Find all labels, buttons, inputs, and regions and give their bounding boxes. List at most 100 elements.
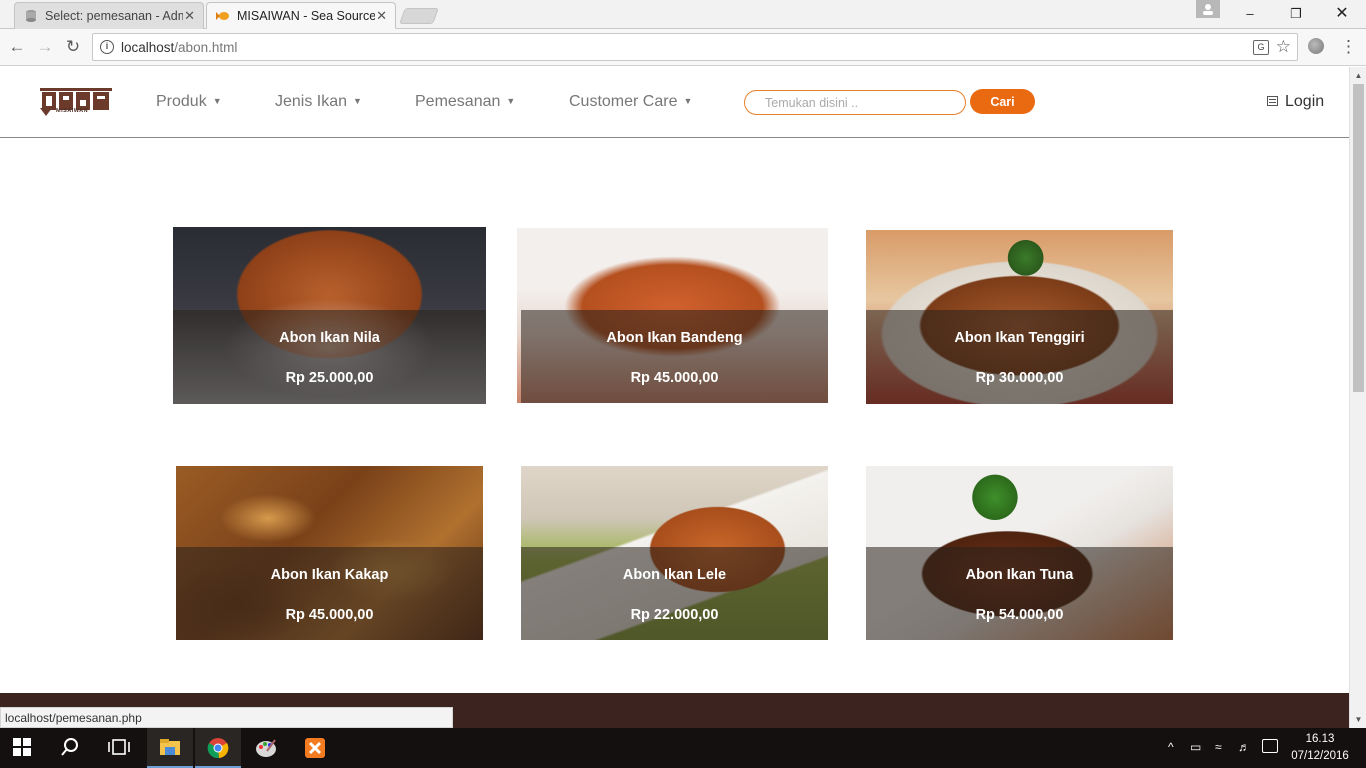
reload-icon[interactable]: ↻	[62, 36, 84, 58]
page-viewport: MISAIWAN Produk ▼ Jenis Ikan ▼ Pemesanan ▼ …	[0, 67, 1349, 728]
product-price: Rp 30.000,00	[975, 370, 1064, 386]
scroll-up-arrow-icon[interactable]: ▲	[1350, 67, 1366, 84]
maximize-button[interactable]: ❐	[1273, 0, 1319, 29]
tab-admin[interactable]: Select: pemesanan - Adm ✕	[14, 2, 204, 29]
site-header: MISAIWAN Produk ▼ Jenis Ikan ▼ Pemesanan ▼ …	[0, 67, 1349, 138]
paint-button[interactable]	[243, 728, 289, 768]
new-tab-button[interactable]	[399, 8, 439, 24]
product-price: Rp 22.000,00	[630, 607, 719, 623]
nav-produk[interactable]: Produk ▼	[156, 93, 222, 111]
chrome-button[interactable]	[195, 728, 241, 768]
product-name: Abon Ikan Tenggiri	[954, 330, 1085, 346]
task-view-button[interactable]	[96, 728, 142, 768]
menu-icon[interactable]: ⋮	[1340, 36, 1357, 58]
translate-icon[interactable]: G	[1253, 40, 1269, 55]
tray-overflow-icon[interactable]: ^	[1168, 740, 1174, 754]
windows-taskbar: ^ ▭ ≈ ♬ 16.13 07/12/2016	[0, 728, 1366, 768]
login-label: Login	[1285, 93, 1325, 110]
task-view-icon	[108, 739, 130, 755]
product-card[interactable]: Abon Ikan Bandeng Rp 45.000,00	[517, 228, 828, 403]
windows-icon	[13, 738, 31, 756]
wifi-icon[interactable]: ≈	[1215, 740, 1222, 754]
fish-icon	[216, 12, 229, 20]
site-logo[interactable]: MISAIWAN	[40, 86, 112, 116]
file-explorer-button[interactable]	[147, 728, 193, 768]
product-caption: Abon Ikan Tenggiri Rp 30.000,00	[866, 310, 1173, 404]
url-host: localhost	[121, 40, 175, 55]
url-text[interactable]: localhost/abon.html	[121, 40, 237, 55]
paint-palette-icon	[256, 739, 276, 757]
clock-date: 07/12/2016	[1291, 750, 1349, 762]
nav-label: Jenis Ikan	[275, 93, 348, 110]
back-arrow-icon[interactable]: ←	[6, 36, 28, 58]
nav-pemesanan[interactable]: Pemesanan ▼	[415, 93, 515, 111]
product-name: Abon Ikan Lele	[622, 567, 727, 583]
tab-misaiwan[interactable]: MISAIWAN - Sea Source ✕	[206, 2, 396, 29]
tab-title: MISAIWAN - Sea Source	[237, 9, 375, 23]
product-caption: Abon Ikan Nila Rp 25.000,00	[173, 310, 486, 404]
page-scrollbar[interactable]: ▲ ▼	[1349, 67, 1366, 728]
caret-down-icon: ▼	[683, 96, 693, 106]
product-name: Abon Ikan Tuna	[965, 567, 1074, 583]
folder-icon	[160, 739, 180, 755]
nav-jenis-ikan[interactable]: Jenis Ikan ▼	[275, 93, 362, 111]
browser-tabstrip: Select: pemesanan - Adm ✕ MISAIWAN - Sea…	[0, 0, 1366, 29]
profile-button[interactable]	[1196, 0, 1220, 18]
status-bar-url: localhost/pemesanan.php	[0, 707, 453, 728]
notification-icon[interactable]	[1262, 739, 1278, 753]
caret-down-icon: ▼	[212, 96, 222, 106]
product-name: Abon Ikan Bandeng	[606, 330, 743, 346]
tab-title: Select: pemesanan - Adm	[45, 9, 183, 23]
extension-icon[interactable]	[1308, 38, 1324, 54]
nav-label: Pemesanan	[415, 93, 501, 110]
taskbar-search-button[interactable]	[48, 728, 94, 768]
taskbar-clock[interactable]: 16.13 07/12/2016	[1286, 731, 1354, 765]
battery-icon[interactable]: ▭	[1190, 740, 1201, 754]
xampp-button[interactable]	[292, 728, 338, 768]
chrome-icon	[207, 738, 229, 759]
search-icon	[61, 738, 78, 756]
product-card[interactable]: Abon Ikan Kakap Rp 45.000,00	[176, 466, 483, 640]
start-button[interactable]	[0, 728, 46, 768]
xampp-icon	[305, 738, 325, 758]
close-icon[interactable]: ✕	[184, 3, 195, 29]
close-icon[interactable]: ✕	[376, 3, 387, 28]
product-caption: Abon Ikan Kakap Rp 45.000,00	[176, 547, 483, 640]
star-icon[interactable]: ☆	[1276, 37, 1291, 57]
product-card[interactable]: Abon Ikan Tuna Rp 54.000,00	[866, 466, 1173, 640]
nav-label: Produk	[156, 93, 207, 110]
logo-text: MISAIWAN	[56, 108, 89, 114]
clock-time: 16.13	[1305, 733, 1335, 745]
product-price: Rp 45.000,00	[630, 370, 719, 386]
login-link[interactable]: Login	[1267, 93, 1324, 111]
scroll-thumb[interactable]	[1353, 84, 1364, 392]
volume-icon[interactable]: ♬	[1238, 740, 1250, 754]
product-price: Rp 25.000,00	[285, 370, 374, 386]
product-caption: Abon Ikan Lele Rp 22.000,00	[521, 547, 828, 640]
scroll-down-arrow-icon[interactable]: ▼	[1350, 711, 1366, 728]
search-button[interactable]: Cari	[970, 89, 1035, 114]
product-name: Abon Ikan Nila	[279, 330, 380, 346]
product-caption: Abon Ikan Bandeng Rp 45.000,00	[521, 310, 828, 403]
product-price: Rp 45.000,00	[285, 607, 374, 623]
nav-label: Customer Care	[569, 93, 678, 110]
forward-arrow-icon[interactable]: →	[34, 36, 56, 58]
database-icon	[26, 10, 36, 22]
search-input[interactable]	[744, 90, 966, 115]
caret-down-icon: ▼	[506, 96, 516, 106]
info-icon[interactable]: i	[100, 40, 114, 54]
minimize-button[interactable]: –	[1227, 0, 1273, 29]
user-icon	[1203, 4, 1213, 15]
product-card[interactable]: Abon Ikan Tenggiri Rp 30.000,00	[866, 230, 1173, 404]
caret-down-icon: ▼	[353, 96, 362, 106]
product-card[interactable]: Abon Ikan Lele Rp 22.000,00	[521, 466, 828, 640]
product-name: Abon Ikan Kakap	[270, 567, 389, 583]
address-bar[interactable]: i localhost/abon.html G ☆	[92, 33, 1298, 61]
url-path: /abon.html	[174, 40, 238, 55]
product-card[interactable]: Abon Ikan Nila Rp 25.000,00	[173, 227, 486, 404]
browser-toolbar: ← → ↻ i localhost/abon.html G ☆ ⋮	[0, 29, 1366, 66]
close-window-button[interactable]: ✕	[1319, 0, 1365, 29]
product-price: Rp 54.000,00	[975, 607, 1064, 623]
nav-customer-care[interactable]: Customer Care ▼	[569, 93, 692, 111]
list-icon	[1267, 96, 1278, 106]
